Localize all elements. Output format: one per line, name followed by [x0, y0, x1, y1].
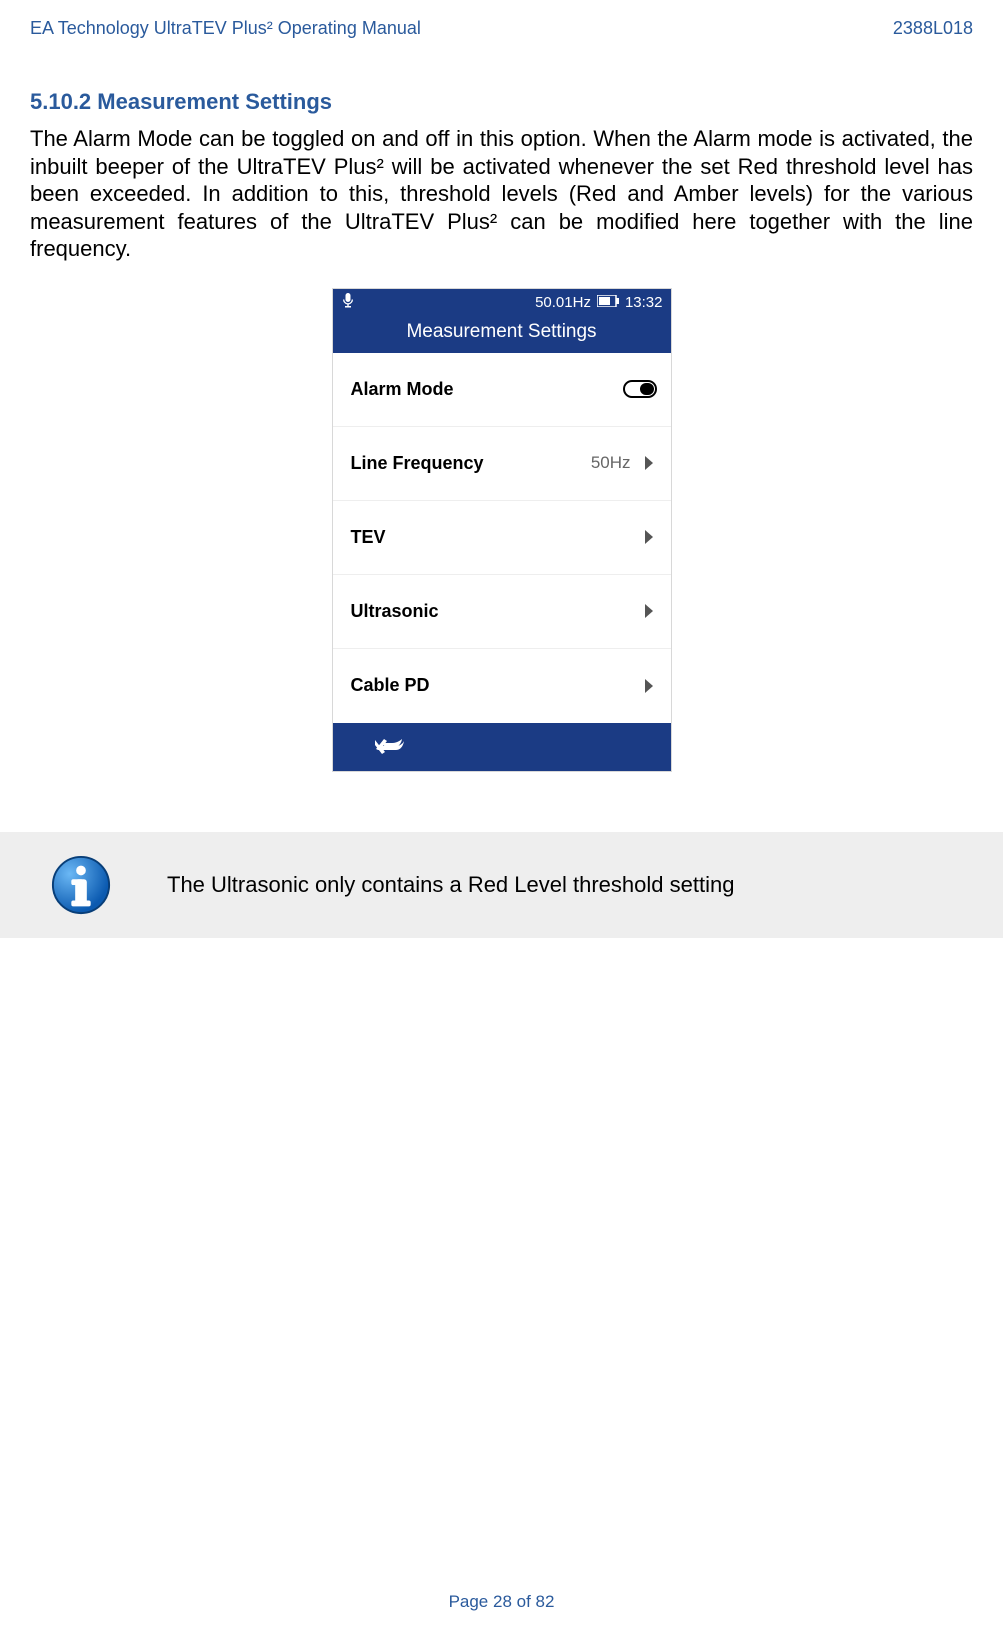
- row-label: Cable PD: [351, 675, 430, 696]
- status-time: 13:32: [625, 294, 663, 311]
- status-frequency: 50.01Hz: [535, 294, 591, 311]
- device-status-bar: 50.01Hz 13:32: [333, 289, 671, 317]
- toggle-switch[interactable]: [623, 380, 657, 398]
- chevron-right-icon: [641, 603, 657, 619]
- chevron-right-icon: [641, 455, 657, 471]
- chevron-right-icon: [641, 678, 657, 694]
- device-bottom-bar: [333, 723, 671, 771]
- back-icon[interactable]: [373, 734, 407, 759]
- row-cable-pd[interactable]: Cable PD: [333, 649, 671, 723]
- row-label: TEV: [351, 527, 386, 548]
- row-ultrasonic[interactable]: Ultrasonic: [333, 575, 671, 649]
- section-heading: 5.10.2 Measurement Settings: [30, 89, 973, 115]
- device-screenshot: 50.01Hz 13:32 Measurement Settings Alarm…: [30, 288, 973, 772]
- info-text: The Ultrasonic only contains a Red Level…: [167, 872, 734, 898]
- header-left: EA Technology UltraTEV Plus² Operating M…: [30, 18, 421, 39]
- page-header: EA Technology UltraTEV Plus² Operating M…: [30, 18, 973, 39]
- row-alarm-mode[interactable]: Alarm Mode: [333, 353, 671, 427]
- row-label: Line Frequency: [351, 453, 484, 474]
- row-value: 50Hz: [591, 453, 631, 473]
- row-label: Alarm Mode: [351, 379, 454, 400]
- mic-icon: [341, 293, 355, 313]
- row-label: Ultrasonic: [351, 601, 439, 622]
- device-title: Measurement Settings: [333, 317, 671, 353]
- info-icon: [50, 854, 112, 916]
- row-line-frequency[interactable]: Line Frequency 50Hz: [333, 427, 671, 501]
- info-note: The Ultrasonic only contains a Red Level…: [0, 832, 1003, 938]
- battery-icon: [597, 294, 619, 311]
- header-right: 2388L018: [893, 18, 973, 39]
- chevron-right-icon: [641, 529, 657, 545]
- body-paragraph: The Alarm Mode can be toggled on and off…: [30, 125, 973, 263]
- row-tev[interactable]: TEV: [333, 501, 671, 575]
- page-footer: Page 28 of 82: [0, 1592, 1003, 1612]
